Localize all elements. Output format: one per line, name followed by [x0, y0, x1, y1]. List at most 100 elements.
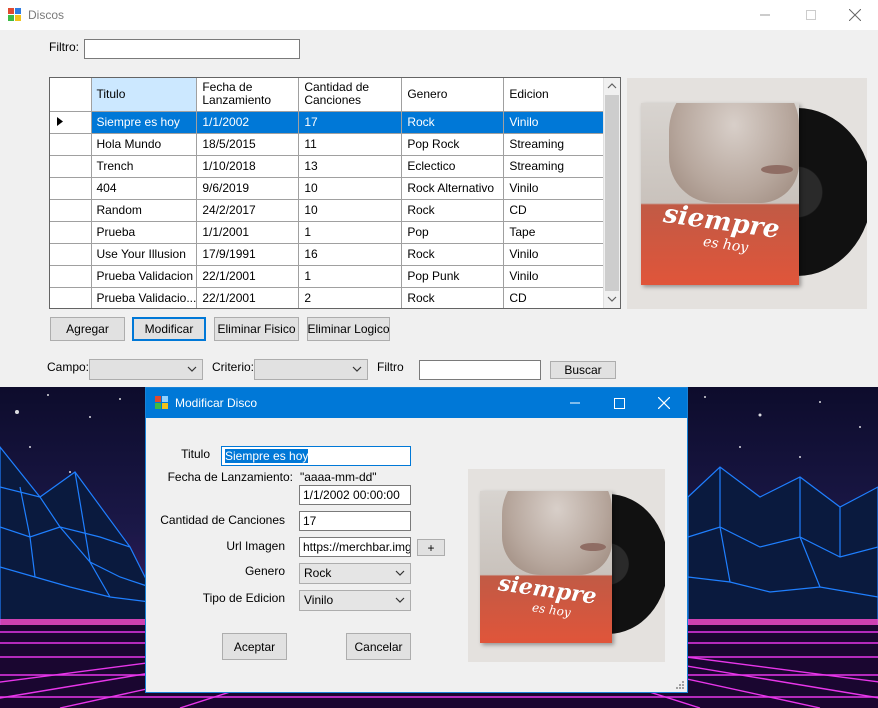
- column-header-genero[interactable]: Genero: [401, 78, 505, 112]
- table-row[interactable]: Siempre es hoy 1/1/2002 17 Rock Vinilo: [50, 111, 608, 134]
- row-header[interactable]: [50, 199, 92, 222]
- row-header[interactable]: [50, 265, 92, 288]
- cell-edicion[interactable]: CD: [503, 287, 608, 308]
- resize-grip-icon[interactable]: [675, 680, 685, 690]
- scroll-up-icon[interactable]: [607, 83, 617, 89]
- cell-titulo[interactable]: Random: [91, 199, 198, 222]
- cell-cantidad[interactable]: 10: [298, 177, 403, 200]
- cell-fecha[interactable]: 9/6/2019: [196, 177, 300, 200]
- scrollbar-thumb[interactable]: [605, 95, 619, 291]
- cancelar-button[interactable]: Cancelar: [346, 633, 411, 660]
- cell-genero[interactable]: Rock: [401, 199, 505, 222]
- eliminar-logico-button[interactable]: Eliminar Logico: [307, 317, 390, 341]
- cell-fecha[interactable]: 1/1/2001: [196, 221, 300, 244]
- scroll-down-icon[interactable]: [607, 296, 617, 302]
- campo-select[interactable]: [89, 359, 203, 380]
- url-imagen-input[interactable]: https://merchbar.imgix: [299, 537, 411, 557]
- cell-titulo[interactable]: Hola Mundo: [91, 133, 198, 156]
- cell-genero[interactable]: Rock Alternativo: [401, 177, 505, 200]
- cell-titulo[interactable]: Use Your Illusion: [91, 243, 198, 266]
- buscar-button[interactable]: Buscar: [550, 361, 616, 379]
- cell-genero[interactable]: Pop: [401, 221, 505, 244]
- cell-edicion[interactable]: Vinilo: [503, 177, 608, 200]
- column-header-fecha[interactable]: Fecha de Lanzamiento: [196, 78, 300, 112]
- cell-genero[interactable]: Rock: [401, 243, 505, 266]
- filtro-input[interactable]: [84, 39, 300, 59]
- cell-fecha[interactable]: 18/5/2015: [196, 133, 300, 156]
- filtro-search-input[interactable]: [419, 360, 541, 380]
- modificar-button[interactable]: Modificar: [132, 317, 206, 341]
- cell-edicion[interactable]: Streaming: [503, 133, 608, 156]
- titulo-input[interactable]: Siempre es hoy: [221, 446, 411, 466]
- cell-fecha[interactable]: 1/1/2002: [196, 111, 300, 134]
- cell-titulo[interactable]: Prueba Validacio...: [91, 287, 198, 308]
- cell-fecha[interactable]: 24/2/2017: [196, 199, 300, 222]
- fecha-input[interactable]: 1/1/2002 00:00:00: [299, 485, 411, 505]
- cell-edicion[interactable]: Tape: [503, 221, 608, 244]
- column-header-edicion[interactable]: Edicion: [503, 78, 608, 112]
- cell-edicion[interactable]: Vinilo: [503, 111, 608, 134]
- maximize-button[interactable]: [788, 0, 834, 30]
- table-row[interactable]: Prueba Validacio... 22/1/2001 2 Rock CD: [50, 287, 608, 308]
- cell-titulo[interactable]: Prueba: [91, 221, 198, 244]
- cell-titulo[interactable]: Prueba Validacion: [91, 265, 198, 288]
- dialog-maximize-button[interactable]: [596, 388, 642, 418]
- cell-titulo[interactable]: Trench: [91, 155, 198, 178]
- dialog-close-button[interactable]: [641, 388, 687, 418]
- criterio-select[interactable]: [254, 359, 368, 380]
- cell-edicion[interactable]: Streaming: [503, 155, 608, 178]
- row-header[interactable]: [50, 155, 92, 178]
- table-row[interactable]: Prueba Validacion 22/1/2001 1 Pop Punk Vinil…: [50, 265, 608, 288]
- cell-edicion[interactable]: CD: [503, 199, 608, 222]
- cell-cantidad[interactable]: 10: [298, 199, 403, 222]
- cell-genero[interactable]: Eclectico: [401, 155, 505, 178]
- cell-genero[interactable]: Rock: [401, 287, 505, 308]
- cell-fecha[interactable]: 1/10/2018: [196, 155, 300, 178]
- table-row[interactable]: Prueba 1/1/2001 1 Pop Tape: [50, 221, 608, 244]
- cell-cantidad[interactable]: 16: [298, 243, 403, 266]
- row-header[interactable]: [50, 133, 92, 156]
- genero-select[interactable]: Rock: [299, 563, 411, 584]
- cell-cantidad[interactable]: 11: [298, 133, 403, 156]
- dialog-minimize-button[interactable]: [552, 388, 598, 418]
- cell-cantidad[interactable]: 1: [298, 265, 403, 288]
- minimize-button[interactable]: [742, 0, 788, 30]
- table-row[interactable]: Trench 1/10/2018 13 Eclectico Streaming: [50, 155, 608, 178]
- tipo-edicion-select[interactable]: Vinilo: [299, 590, 411, 611]
- current-row-arrow-icon: [57, 117, 63, 126]
- cell-cantidad[interactable]: 2: [298, 287, 403, 308]
- cell-cantidad[interactable]: 13: [298, 155, 403, 178]
- column-header-titulo[interactable]: Titulo: [91, 78, 198, 112]
- close-button[interactable]: [832, 0, 878, 30]
- eliminar-fisico-button[interactable]: Eliminar Fisico: [214, 317, 299, 341]
- discos-grid[interactable]: Titulo Fecha de Lanzamiento Cantidad de …: [49, 77, 621, 309]
- row-header[interactable]: [50, 177, 92, 200]
- cell-cantidad[interactable]: 17: [298, 111, 403, 134]
- grid-vertical-scrollbar[interactable]: [603, 78, 620, 308]
- cell-fecha[interactable]: 17/9/1991: [196, 243, 300, 266]
- row-header[interactable]: [50, 221, 92, 244]
- table-row[interactable]: Use Your Illusion 17/9/1991 16 Rock Vinilo: [50, 243, 608, 266]
- cell-titulo[interactable]: 404: [91, 177, 198, 200]
- cell-edicion[interactable]: Vinilo: [503, 265, 608, 288]
- cell-fecha[interactable]: 22/1/2001: [196, 265, 300, 288]
- column-header-cantidad[interactable]: Cantidad de Canciones: [298, 78, 403, 112]
- cell-cantidad[interactable]: 1: [298, 221, 403, 244]
- cell-genero[interactable]: Rock: [401, 111, 505, 134]
- cell-titulo[interactable]: Siempre es hoy: [91, 111, 198, 134]
- cell-edicion[interactable]: Vinilo: [503, 243, 608, 266]
- table-row[interactable]: Hola Mundo 18/5/2015 11 Pop Rock Streaming: [50, 133, 608, 156]
- dialog-album-cover-image: siempre es hoy: [468, 469, 665, 662]
- agregar-button[interactable]: Agregar: [50, 317, 125, 341]
- add-image-button[interactable]: +: [417, 539, 445, 556]
- row-header[interactable]: [50, 287, 92, 308]
- row-header[interactable]: [50, 111, 92, 134]
- cantidad-input[interactable]: 17: [299, 511, 411, 531]
- row-header[interactable]: [50, 243, 92, 266]
- table-row[interactable]: 404 9/6/2019 10 Rock Alternativo Vinilo: [50, 177, 608, 200]
- cell-fecha[interactable]: 22/1/2001: [196, 287, 300, 308]
- cell-genero[interactable]: Pop Rock: [401, 133, 505, 156]
- aceptar-button[interactable]: Aceptar: [222, 633, 287, 660]
- table-row[interactable]: Random 24/2/2017 10 Rock CD: [50, 199, 608, 222]
- cell-genero[interactable]: Pop Punk: [401, 265, 505, 288]
